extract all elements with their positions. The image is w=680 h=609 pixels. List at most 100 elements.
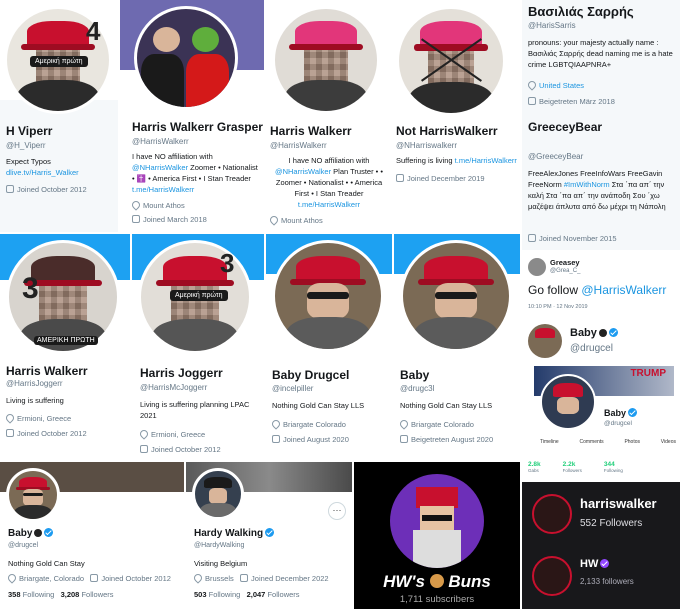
profile-card-baby-drugcel: Baby Drugcel @incelpiller Nothing Gold C… [266, 234, 392, 460]
profile-name: Baby [400, 368, 430, 382]
profile-joined: Joined October 2012 [140, 445, 221, 454]
following-count[interactable]: 503 Following [194, 590, 240, 599]
verified-icon [44, 528, 54, 537]
follow-counts: 358 Following 3,208 Followers [8, 590, 114, 599]
channel-title: HW's Buns [383, 572, 491, 591]
profile-bio: Suffering is living t.me/HarrisWalkerr [396, 156, 517, 165]
verified-icon [628, 408, 638, 417]
profile-handle: @drugc3l [400, 384, 435, 393]
profile-name: GreeceyBear [528, 120, 603, 134]
profile-card-h-viperr: 4 Αμερική πρώτη H Viperr @H_Viperr Expec… [0, 0, 118, 232]
profile-card-hardy-walking: ··· Hardy Walking @HardyWalking Visiting… [186, 462, 352, 609]
profile-location-joined: Briargate, Colorado Joined October 2012 [6, 572, 171, 584]
profile-handle: @drugcel [8, 542, 39, 549]
profile-bio: I have NO affiliation with @NHarrisWalke… [132, 152, 258, 194]
channel-item[interactable]: HW 2,133 followers [522, 548, 680, 608]
stat-following[interactable]: 344 Following [604, 461, 623, 473]
calendar-icon [272, 435, 280, 443]
channel-name: harriswalker [580, 496, 657, 511]
profile-card-basilias-sarris: Βασιλιάς Σαρρής @HarisSarris pronouns: y… [522, 0, 680, 114]
profile-joined: Joined October 2012 [6, 429, 87, 438]
channel-followers: 2,133 followers [580, 577, 634, 586]
profile-card-baby-drugc3l: Baby @drugc3l Nothing Gold Can Stay LLS … [394, 234, 520, 460]
avatar[interactable] [134, 6, 238, 110]
avatar[interactable] [400, 240, 512, 352]
channel-item[interactable]: harriswalker 552 Followers [522, 482, 680, 544]
profile-name: Harris Walkerr [270, 124, 352, 138]
calendar-icon [6, 185, 14, 193]
location-icon [192, 572, 204, 584]
avatar[interactable] [272, 6, 380, 114]
avatar[interactable] [528, 258, 546, 276]
profile-name: Harris Walkerr [6, 364, 88, 378]
overlay-tag: Αμερική πρώτη [170, 290, 228, 301]
avatar[interactable] [6, 468, 60, 522]
channel-name: HW [580, 558, 610, 570]
overlay-number: 4 [86, 16, 101, 46]
profile-joined: Beigetreten August 2020 [400, 435, 493, 444]
profile-handle: @incelpiller [272, 384, 314, 393]
profile-name: Baby [570, 327, 618, 339]
following-count[interactable]: 358 Following [8, 590, 54, 599]
calendar-icon [6, 429, 14, 437]
profile-location: Ermioni, Greece [4, 412, 71, 424]
calendar-icon [528, 234, 536, 242]
avatar[interactable] [192, 468, 244, 520]
profile-card-harris-joggerr-1: 3 ΑΜΕΡΙΚΗ ΠΡΩΤΗ Harris Walkerr @HarrisJo… [0, 234, 130, 460]
channel-list: harriswalker 552 Followers HW 2,133 foll… [522, 482, 680, 609]
overlay-number: 3 [22, 272, 39, 305]
profile-link[interactable]: dlive.tv/Harris_Walker [6, 168, 79, 177]
profile-joined: Beigetreten März 2018 [528, 97, 615, 106]
avatar[interactable] [272, 240, 384, 352]
profile-bio: Living is suffering [6, 396, 64, 405]
profile-bio: Expect Typos [6, 157, 51, 166]
stat-gabs[interactable]: 2.8k Gabs [528, 461, 541, 473]
inner-handle: @drugcel [604, 420, 632, 427]
profile-location: Ermioni, Greece [138, 428, 205, 440]
verified-icon [608, 328, 618, 337]
profile-handle: @drugcel [570, 343, 613, 354]
profile-name: Baby Drugcel [272, 368, 350, 382]
tweet-author-handle: @Grea_C_ [550, 268, 581, 274]
channel-avatar[interactable] [390, 474, 484, 568]
profile-joined: Joined March 2018 [132, 215, 207, 224]
tweet-text: Go follow @HarrisWalkerr [528, 283, 667, 297]
followers-count[interactable]: 2,047 Followers [247, 590, 300, 599]
profile-card-harris-joggerr-2: 3 Αμερική πρώτη Harris Joggerr @HarrisMc… [132, 234, 264, 460]
profile-handle: @GreeceyBear [528, 152, 584, 161]
verified-icon [600, 559, 610, 568]
stat-followers[interactable]: 2.2k Followers [563, 461, 582, 473]
profile-stats: 2.8k Gabs 2.2k Followers 344 Following [528, 461, 676, 473]
profile-bio: pronouns: your majesty actually name : Β… [528, 38, 673, 69]
avatar[interactable] [396, 6, 506, 116]
location-icon [138, 428, 150, 440]
profile-card-harris-walkerr: Harris Walkerr @HarrisWalkerr I have NO … [266, 0, 390, 232]
tab-videos[interactable]: Videos [661, 439, 676, 445]
follow-counts: 503 Following 2,047 Followers [194, 590, 300, 599]
overlay-number: 3 [220, 248, 235, 278]
location-icon [526, 79, 538, 91]
tab-photos[interactable]: Photos [624, 439, 640, 445]
tab-comments[interactable]: Comments [579, 439, 603, 445]
avatar[interactable] [528, 324, 562, 358]
calendar-icon [140, 445, 148, 453]
followers-count[interactable]: 3,208 Followers [61, 590, 114, 599]
profile-bio: Nothing Gold Can Stay LLS [400, 401, 493, 410]
profile-name: Βασιλιάς Σαρρής [528, 4, 634, 19]
channel-avatar [532, 494, 572, 534]
verified-icon [265, 528, 275, 537]
profile-handle: @NHarriswalkerr [396, 141, 458, 150]
tweet-author: Greasey [550, 258, 580, 267]
calendar-icon [528, 97, 536, 105]
profile-handle: @HarrisWalkerr [132, 137, 189, 146]
location-icon [4, 412, 16, 424]
profile-name: Harris Joggerr [140, 366, 223, 380]
profile-location-joined: Brussels Joined December 2022 [192, 572, 329, 584]
location-icon [6, 572, 18, 584]
profile-tabs: Timeline Comments Photos Videos [540, 439, 676, 445]
profile-location: Mount Athos [268, 214, 323, 226]
tab-timeline[interactable]: Timeline [540, 439, 559, 445]
more-options-button[interactable]: ··· [328, 502, 346, 520]
location-icon [268, 214, 280, 226]
profile-bio: Nothing Gold Can Stay [8, 559, 85, 568]
